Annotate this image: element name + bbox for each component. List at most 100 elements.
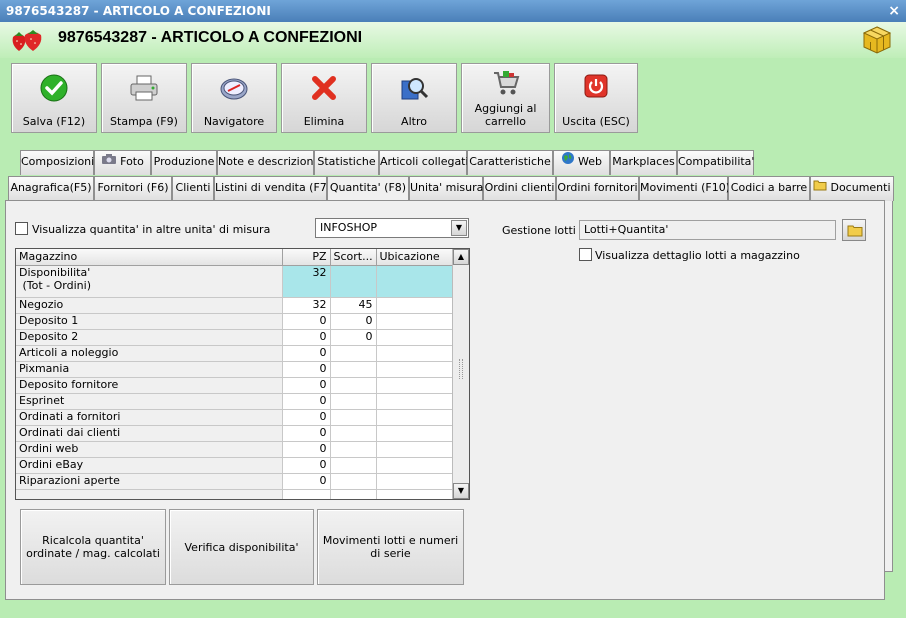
recalc-quantities-button[interactable]: Ricalcola quantita' ordinate / mag. calc… [20,509,166,585]
row-ubicazione[interactable] [376,473,454,490]
show-other-units-checkbox[interactable] [15,222,28,235]
row-scorta[interactable] [330,457,377,474]
navigator-button[interactable]: Navigatore [191,63,277,133]
tab-unita-misura[interactable]: Unita' misura [409,176,483,201]
table-row[interactable]: Disponibilita' (Tot - Ordini) 32 [16,265,454,298]
tab-ordini-clienti[interactable]: Ordini clienti [483,176,556,201]
row-scorta[interactable]: 45 [330,297,377,314]
col-header-pz[interactable]: PZ [282,249,331,266]
tab-web[interactable]: Web [553,150,610,175]
chevron-down-icon[interactable]: ▼ [451,220,467,236]
tab-foto[interactable]: Foto [94,150,151,175]
row-scorta[interactable] [330,409,377,426]
scroll-grip[interactable] [459,359,463,379]
row-pz[interactable]: 32 [282,265,331,298]
col-header-scorta[interactable]: Scort... [330,249,377,266]
lot-movements-button[interactable]: Movimenti lotti e numeri di serie [317,509,464,585]
row-pz[interactable]: 0 [282,313,331,330]
exit-button[interactable]: Uscita (ESC) [554,63,638,133]
tab-quantita[interactable]: Quantita' (F8) [327,176,409,203]
row-ubicazione[interactable] [376,345,454,362]
row-pz[interactable]: 32 [282,297,331,314]
row-scorta[interactable] [330,425,377,442]
row-pz[interactable]: 0 [282,409,331,426]
row-ubicazione[interactable] [376,441,454,458]
row-pz[interactable]: 0 [282,329,331,346]
col-header-magazzino[interactable]: Magazzino [16,249,283,266]
row-pz[interactable]: 0 [282,361,331,378]
row-ubicazione[interactable] [376,409,454,426]
row-ubicazione[interactable] [376,361,454,378]
row-scorta[interactable] [330,393,377,410]
close-icon[interactable]: × [888,0,900,22]
row-scorta[interactable] [330,265,377,298]
delete-button[interactable]: Elimina [281,63,367,133]
col-header-ubicazione[interactable]: Ubicazione [376,249,454,266]
folder-icon [813,177,827,199]
row-scorta[interactable] [330,345,377,362]
row-ubicazione[interactable] [376,313,454,330]
tab-codici-barre[interactable]: Codici a barre [728,176,810,201]
tab-statistiche[interactable]: Statistiche [314,150,379,175]
row-pz[interactable]: 0 [282,377,331,394]
other-button[interactable]: Altro [371,63,457,133]
tab-clienti[interactable]: Clienti [172,176,214,201]
check-availability-button[interactable]: Verifica disponibilita' [169,509,314,585]
row-pz[interactable]: 0 [282,425,331,442]
save-button[interactable]: Salva (F12) [11,63,97,133]
row-scorta[interactable]: 0 [330,329,377,346]
table-row[interactable]: Deposito fornitore 0 [16,377,454,394]
row-pz[interactable]: 0 [282,393,331,410]
quantita-panel: Visualizza quantita' in altre unita' di … [5,200,885,600]
table-row[interactable]: Esprinet 0 [16,393,454,410]
table-row[interactable]: Ordini web 0 [16,441,454,458]
row-ubicazione[interactable] [376,393,454,410]
table-row[interactable]: Pixmania 0 [16,361,454,378]
tab-anagrafica[interactable]: Anagrafica(F5) [8,176,94,201]
table-row[interactable]: Deposito 1 0 0 [16,313,454,330]
row-pz[interactable]: 0 [282,473,331,490]
tab-note-descrizioni[interactable]: Note e descrizioni [217,150,317,175]
scroll-up-icon[interactable]: ▲ [453,249,469,265]
row-ubicazione[interactable] [376,457,454,474]
row-scorta[interactable] [330,361,377,378]
row-scorta[interactable] [330,441,377,458]
table-row[interactable]: Riparazioni aperte 0 [16,473,454,490]
row-ubicazione[interactable] [376,329,454,346]
tab-produzione[interactable]: Produzione [151,150,217,175]
row-ubicazione[interactable] [376,297,454,314]
table-row[interactable]: Negozio 32 45 [16,297,454,314]
tab-caratteristiche[interactable]: Caratteristiche [467,150,553,175]
table-row[interactable]: Ordinati dai clienti 0 [16,425,454,442]
tab-articoli-collegati[interactable]: Articoli collegati [379,150,469,175]
row-pz[interactable]: 0 [282,441,331,458]
row-pz[interactable]: 0 [282,345,331,362]
table-row[interactable]: Ordinati a fornitori 0 [16,409,454,426]
lotti-browse-button[interactable] [842,219,866,241]
row-ubicazione[interactable] [376,265,454,298]
store-select[interactable]: INFOSHOP ▼ [315,218,469,238]
table-row[interactable]: Deposito 2 0 0 [16,329,454,346]
table-row[interactable]: Articoli a noleggio 0 [16,345,454,362]
scroll-down-icon[interactable]: ▼ [453,483,469,499]
tab-fornitori[interactable]: Fornitori (F6) [94,176,172,201]
row-scorta[interactable]: 0 [330,313,377,330]
table-row[interactable]: Ordini eBay 0 [16,457,454,474]
tab-ordini-fornitori[interactable]: Ordini fornitori [556,176,639,201]
row-scorta[interactable] [330,473,377,490]
row-ubicazione[interactable] [376,377,454,394]
row-name: Ordinati a fornitori [16,409,283,426]
row-scorta[interactable] [330,377,377,394]
add-to-cart-button[interactable]: Aggiungi al carrello [461,63,550,133]
tab-markplaces[interactable]: Markplaces [610,150,677,175]
tab-composizioni[interactable]: Composizioni [20,150,94,175]
row-ubicazione[interactable] [376,425,454,442]
tab-documenti[interactable]: Documenti [810,176,894,201]
lotti-detail-checkbox[interactable] [579,248,592,261]
print-button[interactable]: Stampa (F9) [101,63,187,133]
tab-listini-vendita[interactable]: Listini di vendita (F7) [214,176,331,201]
tab-compatibilita[interactable]: Compatibilita' [677,150,754,175]
tab-movimenti[interactable]: Movimenti (F10) [639,176,730,201]
row-pz[interactable]: 0 [282,457,331,474]
grid-vertical-scrollbar[interactable]: ▲ ▼ [452,249,469,499]
